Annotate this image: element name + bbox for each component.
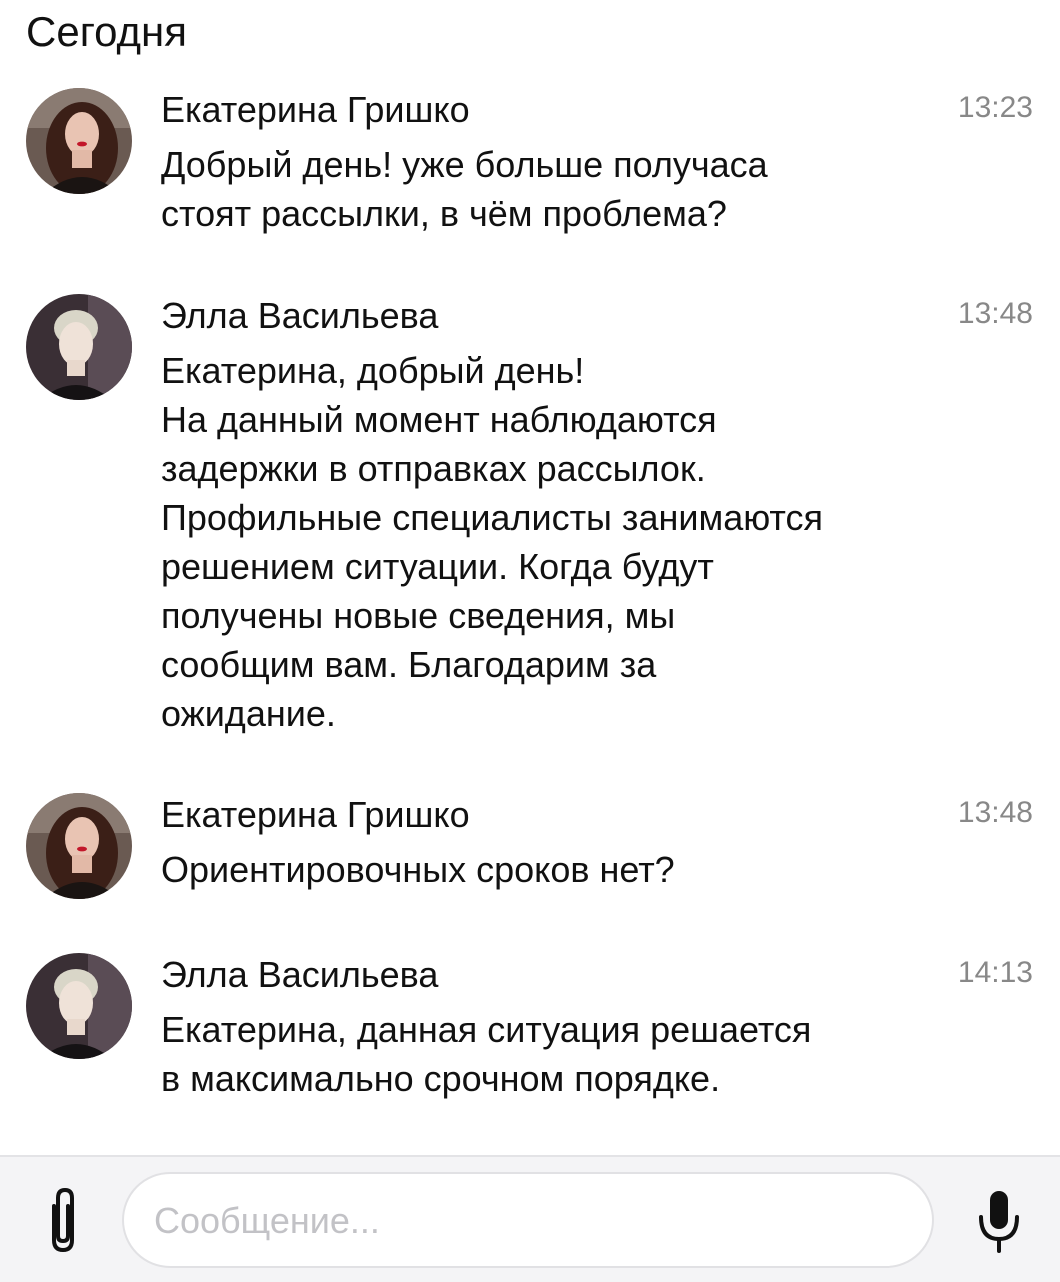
message-time: 13:48 <box>957 297 1033 330</box>
message-line: Екатерина, добрый день! <box>161 350 585 391</box>
message-composer <box>0 1155 1060 1282</box>
message-text: Екатерина, данная ситуация решается в ма… <box>161 1005 941 1103</box>
message-time: 13:48 <box>957 796 1033 829</box>
microphone-button[interactable] <box>972 1187 1026 1259</box>
message-line: решением ситуации. Когда будут <box>161 546 714 587</box>
message-text: Екатерина, добрый день! На данный момент… <box>161 346 941 738</box>
sender-name: Элла Васильева <box>161 954 439 995</box>
message-line: в максимально срочном порядке. <box>161 1058 721 1099</box>
message-input-box[interactable] <box>122 1172 934 1268</box>
message-text: Ориентировочных сроков нет? <box>161 845 941 894</box>
message-line: Екатерина, данная ситуация решается <box>161 1009 812 1050</box>
message-line: На данный момент наблюдаются <box>161 399 717 440</box>
message-item: Екатерина Гришко 13:48 Ориентировочных с… <box>0 793 1060 903</box>
message-line: задержки в отправках рассылок. <box>161 448 706 489</box>
avatar-ekaterina-image <box>26 793 132 899</box>
message-line: стоят рассылки, в чём проблема? <box>161 193 727 234</box>
sender-name: Екатерина Гришко <box>161 794 470 835</box>
message-line: Профильные специалисты занимаются <box>161 497 824 538</box>
message-line: Добрый день! уже больше получаса <box>161 144 768 185</box>
message-line: ожидание. <box>161 693 336 734</box>
attach-button[interactable] <box>36 1184 92 1256</box>
message-item: Элла Васильева 13:48 Екатерина, добрый д… <box>0 294 1060 744</box>
sender-name: Элла Васильева <box>161 295 439 336</box>
message-item: Екатерина Гришко 13:23 Добрый день! уже … <box>0 88 1060 248</box>
avatar[interactable] <box>26 793 132 899</box>
avatar-ekaterina-image <box>26 88 132 194</box>
sender-name: Екатерина Гришко <box>161 89 470 130</box>
avatar[interactable] <box>26 294 132 400</box>
date-header: Сегодня <box>26 8 187 55</box>
avatar-ella-image <box>26 294 132 400</box>
avatar-ella-image <box>26 953 132 1059</box>
message-time: 14:13 <box>957 956 1033 989</box>
message-item: Элла Васильева 14:13 Екатерина, данная с… <box>0 953 1060 1113</box>
message-time: 13:23 <box>957 91 1033 124</box>
message-input[interactable] <box>152 1188 896 1254</box>
message-line: сообщим вам. Благодарим за <box>161 644 657 685</box>
message-line: получены новые сведения, мы <box>161 595 676 636</box>
avatar[interactable] <box>26 88 132 194</box>
message-text: Добрый день! уже больше получаса стоят р… <box>161 140 941 238</box>
message-line: Ориентировочных сроков нет? <box>161 849 675 890</box>
microphone-icon <box>979 1191 1019 1253</box>
avatar[interactable] <box>26 953 132 1059</box>
paperclip-icon <box>52 1188 74 1252</box>
